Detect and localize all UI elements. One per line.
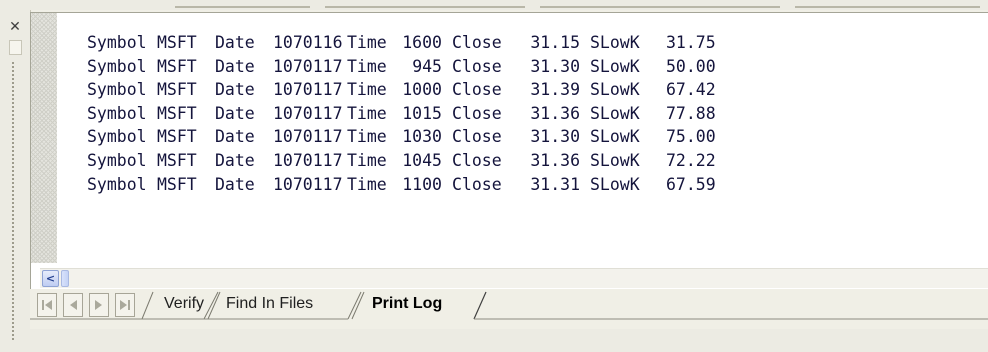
log-close: 31.30 (530, 56, 580, 76)
log-time-label: Time (347, 33, 387, 52)
log-symbol-label: Symbol (87, 56, 147, 76)
log-symbol: MSFT (157, 150, 197, 170)
log-date-label: Date (215, 150, 255, 170)
log-symbol-label: Symbol (87, 103, 147, 123)
log-time-label: Time (347, 127, 387, 147)
log-time-label: Time (347, 56, 387, 76)
tab-verify-label: Verify (164, 295, 205, 312)
log-date: 1070116 (273, 33, 343, 52)
log-close-label: Close (452, 80, 502, 100)
log-lines-list: Symbol MSFT Date 1070116 Time 1600 Close 31.15 S… (87, 31, 726, 196)
log-date: 1070117 (273, 174, 343, 194)
log-date-label: Date (215, 174, 255, 194)
log-slowk-label: SLowK (590, 80, 640, 100)
log-date-label: Date (215, 33, 255, 52)
log-date: 1070117 (273, 56, 343, 76)
log-close-label: Close (452, 103, 502, 123)
tab-verify[interactable]: Verify (164, 292, 204, 318)
log-slowk-label: SLowK (590, 33, 640, 52)
log-time-label: Time (347, 103, 387, 123)
log-line: Symbol MSFT Date 1070117 Time 1000 Close 31.39 S… (87, 78, 726, 102)
log-line: Symbol MSFT Date 1070117 Time 1030 Close 31.30 S… (87, 125, 726, 149)
header-column-separator (795, 6, 980, 8)
log-line: Symbol MSFT Date 1070117 Time 1100 Close 31.31 S… (87, 173, 726, 197)
log-symbol-label: Symbol (87, 127, 147, 147)
log-close-label: Close (452, 33, 502, 52)
log-line: Symbol MSFT Date 1070116 Time 1600 Close 31.15 S… (87, 31, 726, 55)
log-time: 1100 (402, 174, 442, 194)
log-slowk: 67.59 (666, 174, 716, 194)
log-time: 945 (412, 56, 442, 76)
log-symbol: MSFT (157, 103, 197, 123)
log-slowk: 50.00 (666, 56, 716, 76)
log-slowk: 72.22 (666, 150, 716, 170)
log-slowk-label: SLowK (590, 56, 640, 76)
close-icon[interactable]: ✕ (8, 20, 22, 34)
header-column-separator (540, 6, 780, 8)
log-time-label: Time (347, 174, 387, 194)
log-line: Symbol MSFT Date 1070117 Time 1045 Close 31.36 S… (87, 149, 726, 173)
tab-find-in-files-label: Find In Files (226, 295, 314, 312)
log-symbol-label: Symbol (87, 80, 147, 100)
log-symbol: MSFT (157, 56, 197, 76)
log-symbol: MSFT (157, 80, 197, 100)
log-slowk-label: SLowK (590, 174, 640, 194)
log-slowk: 67.42 (666, 80, 716, 100)
log-date-label: Date (215, 80, 255, 100)
log-close-label: Close (452, 127, 502, 147)
log-date: 1070117 (273, 150, 343, 170)
log-close: 31.36 (530, 150, 580, 170)
log-symbol-label: Symbol (87, 174, 147, 194)
log-line: Symbol MSFT Date 1070117 Time 945 Close 31.30 SL… (87, 55, 726, 79)
log-date: 1070117 (273, 80, 343, 100)
panel-side-bar: ✕ (0, 10, 31, 352)
log-date: 1070117 (273, 103, 343, 123)
log-symbol: MSFT (157, 127, 197, 147)
horizontal-scrollbar[interactable]: < (40, 268, 988, 288)
tab-find-in-files[interactable]: Find In Files (226, 292, 313, 318)
log-date: 1070117 (273, 127, 343, 147)
log-symbol-label: Symbol (87, 33, 147, 52)
log-slowk-label: SLowK (590, 150, 640, 170)
log-date-label: Date (215, 103, 255, 123)
header-column-separator (325, 6, 525, 8)
log-close-label: Close (452, 174, 502, 194)
log-close: 31.31 (530, 174, 580, 194)
log-slowk: 75.00 (666, 127, 716, 147)
log-symbol-label: Symbol (87, 150, 147, 170)
log-time: 1000 (402, 80, 442, 100)
log-slowk-label: SLowK (590, 103, 640, 123)
log-time-label: Time (347, 80, 387, 100)
log-symbol: MSFT (157, 33, 197, 52)
drag-grip-handle[interactable] (12, 62, 14, 342)
log-time: 1030 (402, 127, 442, 147)
log-close: 31.15 (530, 33, 580, 52)
log-time: 1600 (402, 33, 442, 52)
tab-print-log[interactable]: Print Log (372, 292, 442, 318)
log-time: 1045 (402, 150, 442, 170)
output-tab-bar: Verify Find In Files Print Log (30, 289, 988, 329)
editor-gutter (31, 13, 57, 263)
log-close: 31.36 (530, 103, 580, 123)
log-slowk: 31.75 (666, 33, 716, 52)
header-column-separator (175, 6, 310, 8)
log-close-label: Close (452, 56, 502, 76)
pin-icon[interactable] (9, 40, 22, 55)
log-time-label: Time (347, 150, 387, 170)
log-close: 31.30 (530, 127, 580, 147)
scroll-left-arrow-icon[interactable]: < (42, 270, 59, 287)
log-line: Symbol MSFT Date 1070117 Time 1015 Close 31.36 S… (87, 102, 726, 126)
log-time: 1015 (402, 103, 442, 123)
status-strip (30, 329, 988, 352)
log-date-label: Date (215, 127, 255, 147)
log-slowk-label: SLowK (590, 127, 640, 147)
panel-header-strip (0, 0, 988, 10)
log-symbol: MSFT (157, 174, 197, 194)
log-close: 31.39 (530, 80, 580, 100)
log-close-label: Close (452, 150, 502, 170)
log-slowk: 77.88 (666, 103, 716, 123)
log-date-label: Date (215, 56, 255, 76)
tab-print-log-label: Print Log (372, 295, 443, 312)
scrollbar-thumb[interactable] (61, 270, 69, 287)
